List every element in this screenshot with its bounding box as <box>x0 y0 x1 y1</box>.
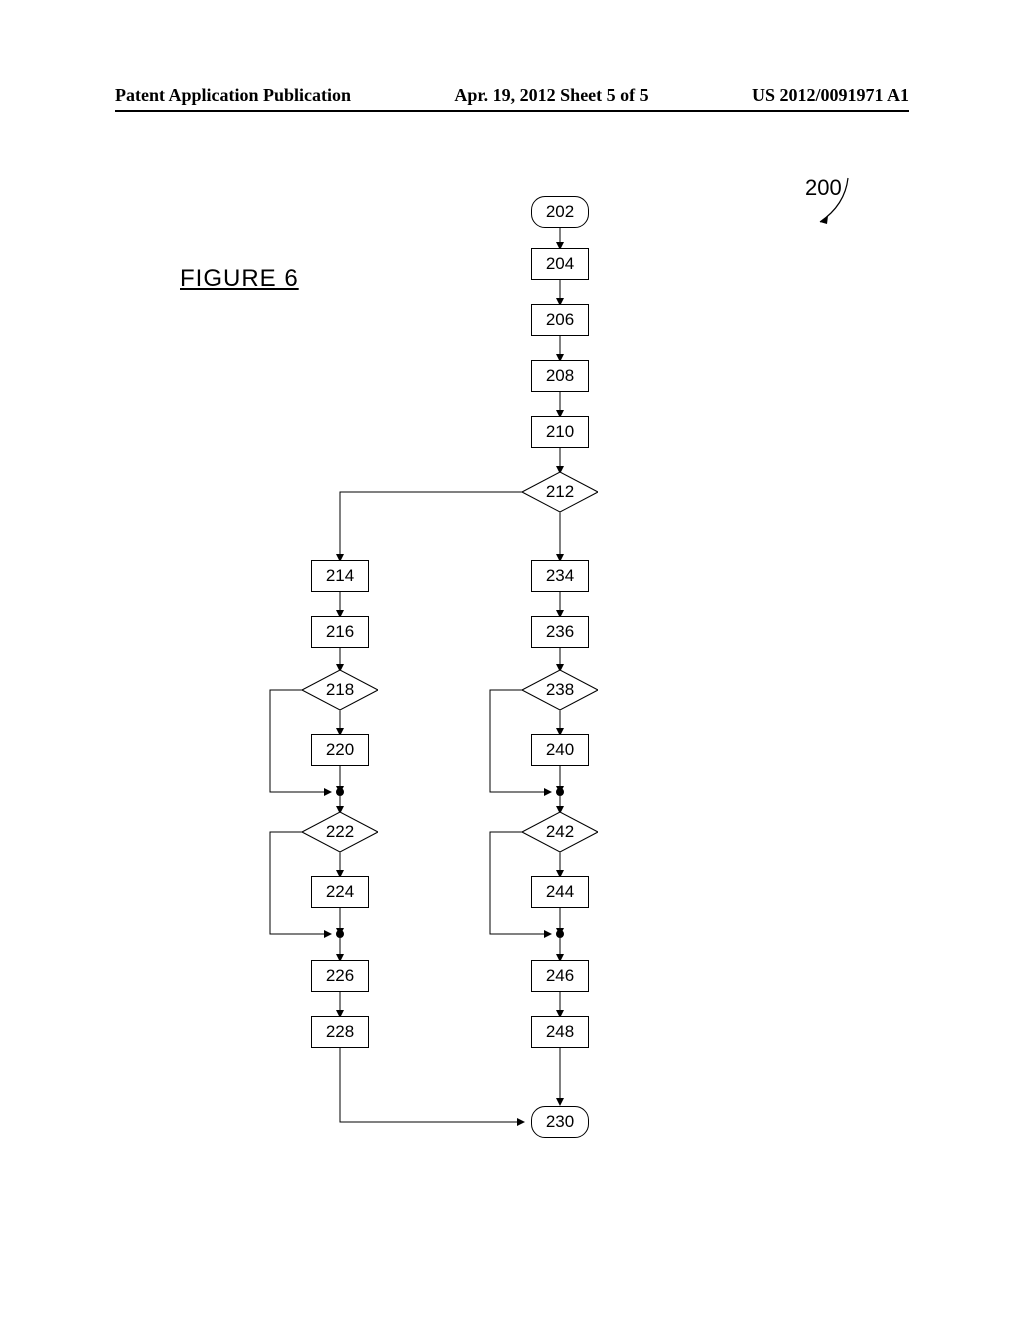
node-230: 230 <box>531 1106 589 1138</box>
page-header: Patent Application Publication Apr. 19, … <box>0 85 1024 106</box>
header-center: Apr. 19, 2012 Sheet 5 of 5 <box>454 85 648 106</box>
node-246: 246 <box>531 960 589 992</box>
node-208: 208 <box>531 360 589 392</box>
node-242: 242 <box>522 812 598 852</box>
node-228: 228 <box>311 1016 369 1048</box>
node-206: 206 <box>531 304 589 336</box>
node-226: 226 <box>311 960 369 992</box>
node-222: 222 <box>302 812 378 852</box>
node-214: 214 <box>311 560 369 592</box>
node-248: 248 <box>531 1016 589 1048</box>
node-212: 212 <box>522 472 598 512</box>
header-rule <box>115 110 909 112</box>
node-216: 216 <box>311 616 369 648</box>
node-224: 224 <box>311 876 369 908</box>
node-210: 210 <box>531 416 589 448</box>
node-244: 244 <box>531 876 589 908</box>
node-234: 234 <box>531 560 589 592</box>
node-204: 204 <box>531 248 589 280</box>
header-left: Patent Application Publication <box>115 85 351 106</box>
node-238: 238 <box>522 670 598 710</box>
node-220: 220 <box>311 734 369 766</box>
node-240: 240 <box>531 734 589 766</box>
flowchart: 202 204 206 208 210 212 214 216 218 220 … <box>0 160 1024 1260</box>
node-218: 218 <box>302 670 378 710</box>
header-right: US 2012/0091971 A1 <box>752 85 909 106</box>
node-202: 202 <box>531 196 589 228</box>
flow-connectors <box>0 160 1024 1260</box>
node-236: 236 <box>531 616 589 648</box>
